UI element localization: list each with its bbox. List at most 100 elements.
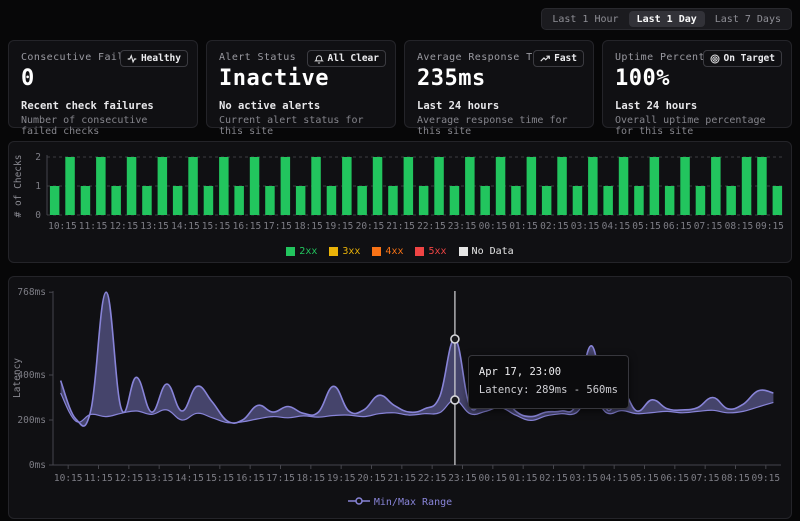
legend-label: 3xx <box>342 246 360 257</box>
check-bar[interactable] <box>173 186 183 215</box>
svg-text:15:15: 15:15 <box>205 473 234 484</box>
check-bar[interactable] <box>542 186 552 215</box>
check-bar[interactable] <box>219 157 229 215</box>
check-bar[interactable] <box>50 186 60 215</box>
range-button-7-days[interactable]: Last 7 Days <box>707 11 789 27</box>
badge-label: Healthy <box>141 53 181 64</box>
checks-bar-chart[interactable]: 012# of Checks10:1511:1512:1513:1514:151… <box>9 145 791 242</box>
legend-swatch <box>415 247 424 256</box>
check-bar[interactable] <box>188 157 198 215</box>
check-bar[interactable] <box>511 186 521 215</box>
check-bar[interactable] <box>281 157 291 215</box>
bell-icon <box>314 54 324 64</box>
card-value: 235ms <box>417 66 581 91</box>
legend-item-4xx[interactable]: 4xx <box>372 246 403 257</box>
card-uptime-percentage: Uptime Percentage On Target 100% Last 24… <box>602 40 792 128</box>
check-bar[interactable] <box>465 157 475 215</box>
status-badge: All Clear <box>307 50 386 67</box>
svg-text:16:15: 16:15 <box>236 473 265 484</box>
check-bar[interactable] <box>742 157 752 215</box>
svg-text:19:15: 19:15 <box>327 473 356 484</box>
check-bar[interactable] <box>81 186 91 215</box>
check-bar[interactable] <box>311 157 321 215</box>
legend-item-3xx[interactable]: 3xx <box>329 246 360 257</box>
check-bar[interactable] <box>711 157 721 215</box>
checks-chart-legend: 2xx 3xx 4xx 5xx No Data <box>9 242 791 260</box>
check-bar[interactable] <box>557 157 567 215</box>
svg-text:18:15: 18:15 <box>296 473 325 484</box>
check-bar[interactable] <box>588 157 598 215</box>
check-bar[interactable] <box>480 186 490 215</box>
svg-text:1: 1 <box>35 181 41 192</box>
check-bar[interactable] <box>296 186 306 215</box>
check-bar[interactable] <box>265 186 275 215</box>
check-bar[interactable] <box>373 157 383 215</box>
svg-text:10:15: 10:15 <box>48 221 77 232</box>
badge-label: All Clear <box>328 53 379 64</box>
svg-text:00:15: 00:15 <box>478 473 507 484</box>
check-bar[interactable] <box>404 157 414 215</box>
check-bar[interactable] <box>665 186 675 215</box>
check-bar[interactable] <box>450 186 460 215</box>
latency-area-chart[interactable]: 0ms200ms400ms768msLatency10:1511:1512:15… <box>9 281 791 493</box>
svg-text:07:15: 07:15 <box>691 473 720 484</box>
tooltip-title: Apr 17, 23:00 <box>479 364 618 382</box>
check-bar[interactable] <box>650 157 660 215</box>
legend-item-5xx[interactable]: 5xx <box>415 246 446 257</box>
check-bar[interactable] <box>726 186 736 215</box>
check-bar[interactable] <box>65 157 75 215</box>
hover-dot <box>451 335 459 343</box>
svg-text:12:15: 12:15 <box>110 221 139 232</box>
check-bar[interactable] <box>603 186 613 215</box>
badge-label: On Target <box>724 53 775 64</box>
activity-icon <box>127 54 137 64</box>
check-bar[interactable] <box>434 157 444 215</box>
check-bar[interactable] <box>496 157 506 215</box>
svg-text:08:15: 08:15 <box>721 473 750 484</box>
legend-label: 5xx <box>428 246 446 257</box>
svg-text:13:15: 13:15 <box>145 473 174 484</box>
range-button-1-day[interactable]: Last 1 Day <box>629 11 705 27</box>
check-bar[interactable] <box>127 157 137 215</box>
check-bar[interactable] <box>96 157 106 215</box>
check-bar[interactable] <box>342 157 352 215</box>
check-bar[interactable] <box>388 186 398 215</box>
check-bar[interactable] <box>327 186 337 215</box>
check-bar[interactable] <box>419 186 429 215</box>
svg-text:14:15: 14:15 <box>171 221 200 232</box>
check-bar[interactable] <box>773 186 783 215</box>
check-bar[interactable] <box>111 186 121 215</box>
check-bar[interactable] <box>204 186 214 215</box>
check-bar[interactable] <box>696 186 706 215</box>
check-bar[interactable] <box>158 157 168 215</box>
check-bar[interactable] <box>142 186 152 215</box>
check-bar[interactable] <box>234 186 244 215</box>
check-bar[interactable] <box>357 186 367 215</box>
legend-label: Min/Max Range <box>374 497 452 508</box>
card-value: 100% <box>615 66 779 91</box>
hover-dot <box>451 396 459 404</box>
range-button-1-hour[interactable]: Last 1 Hour <box>544 11 626 27</box>
check-bar[interactable] <box>680 157 690 215</box>
check-bar[interactable] <box>527 157 537 215</box>
legend-label: No Data <box>472 246 514 257</box>
svg-text:21:15: 21:15 <box>387 473 416 484</box>
check-bar[interactable] <box>634 186 644 215</box>
legend-item-no-data[interactable]: No Data <box>459 246 514 257</box>
check-bar[interactable] <box>250 157 259 215</box>
legend-swatch <box>329 247 338 256</box>
check-bar[interactable] <box>757 157 767 215</box>
legend-item-2xx[interactable]: 2xx <box>286 246 317 257</box>
svg-text:22:15: 22:15 <box>417 221 446 232</box>
svg-text:02:15: 02:15 <box>540 221 569 232</box>
status-badge: Healthy <box>120 50 188 67</box>
check-bar[interactable] <box>619 157 629 215</box>
check-bar[interactable] <box>573 186 583 215</box>
legend-item-minmax-range[interactable]: Min/Max Range <box>348 496 452 509</box>
line-marker-icon <box>348 496 370 509</box>
svg-text:Latency: Latency <box>12 358 23 398</box>
status-badge: On Target <box>703 50 782 67</box>
status-badge: Fast <box>533 50 584 67</box>
svg-text:02:15: 02:15 <box>539 473 568 484</box>
checks-chart-panel: 012# of Checks10:1511:1512:1513:1514:151… <box>8 141 792 263</box>
